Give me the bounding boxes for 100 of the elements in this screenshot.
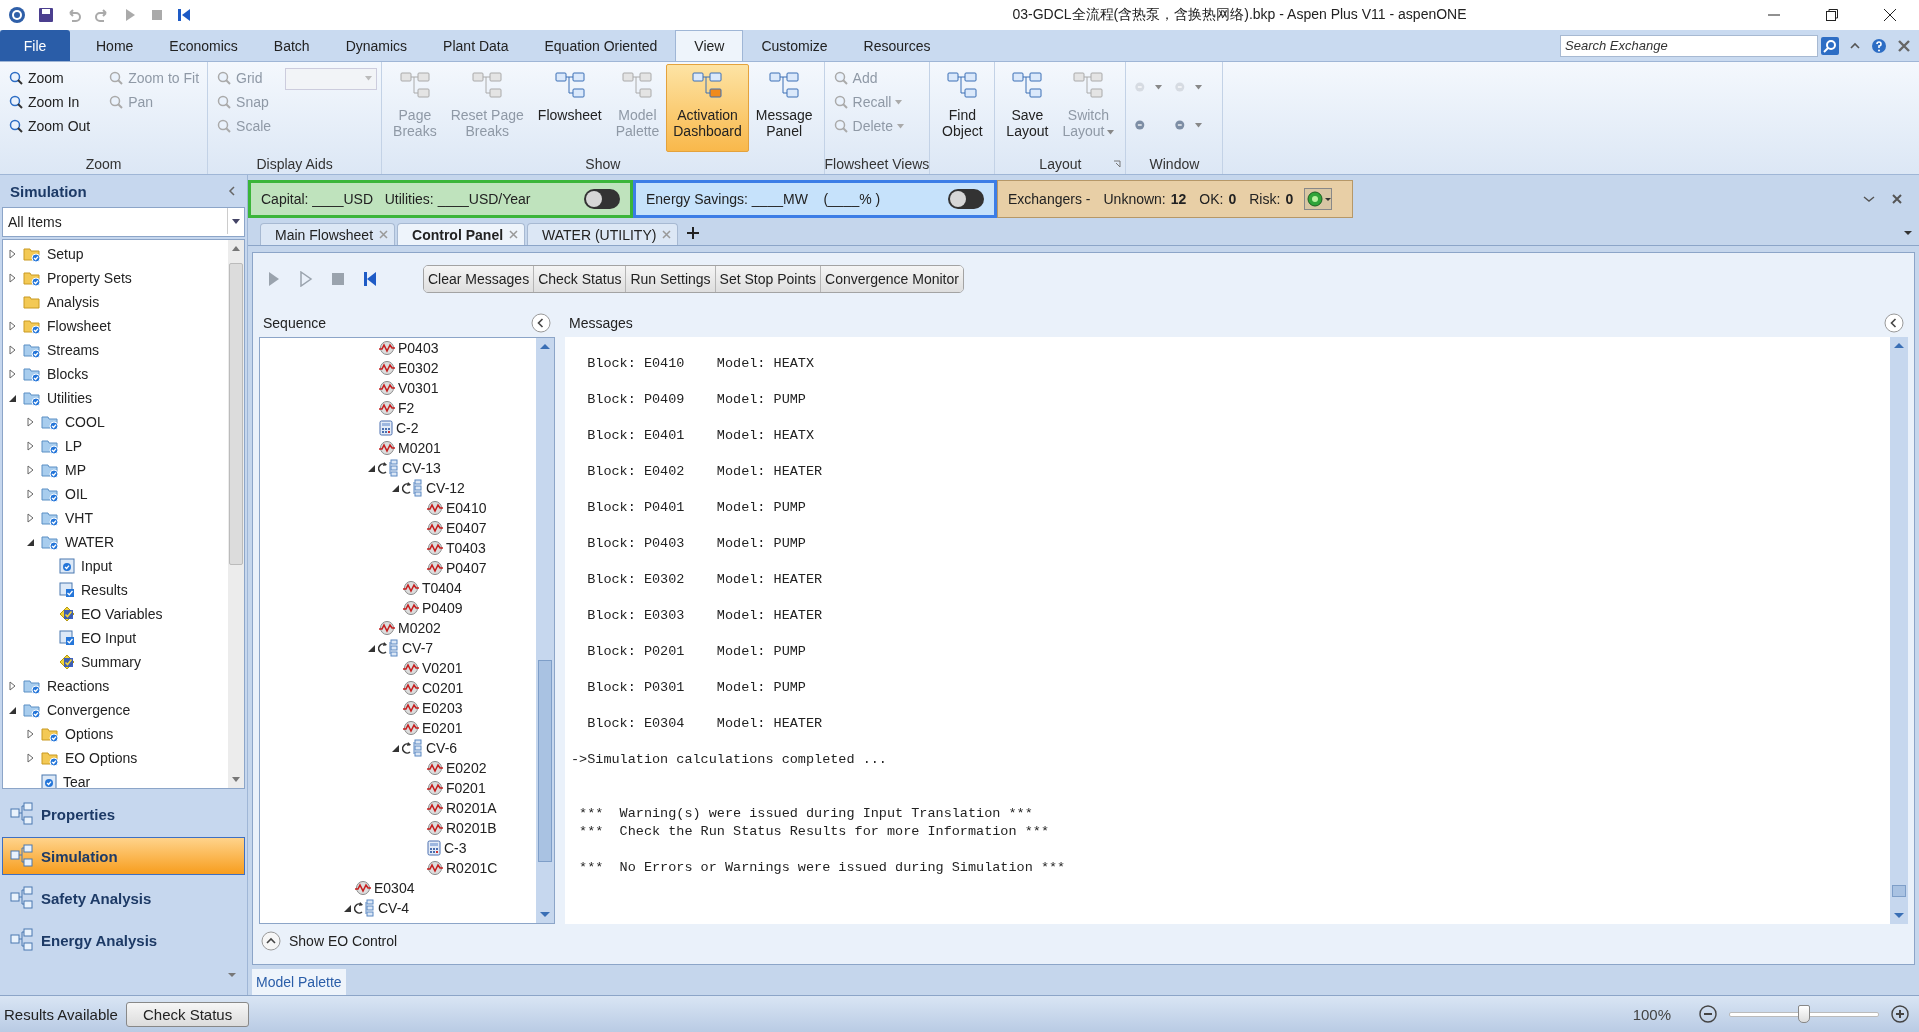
sequence-item[interactable]: E0201 <box>422 720 463 736</box>
tree-item[interactable]: OIL <box>65 486 88 502</box>
tree-item[interactable]: Setup <box>47 246 84 262</box>
sequence-item[interactable]: R0201B <box>446 820 497 836</box>
tree-item[interactable]: Flowsheet <box>47 318 111 334</box>
ribbon-button[interactable]: Zoom <box>4 66 95 90</box>
scroll-up-icon[interactable] <box>1893 341 1905 349</box>
expander-icon[interactable] <box>390 483 400 493</box>
toolbar-button[interactable]: Convergence Monitor <box>821 266 963 292</box>
status-light-icon[interactable] <box>1304 188 1333 210</box>
tree-item[interactable]: Blocks <box>47 366 89 382</box>
tree-item[interactable]: MP <box>65 462 86 478</box>
tree-item[interactable]: Reactions <box>47 678 110 694</box>
tree-item[interactable]: Analysis <box>47 294 100 310</box>
sequence-item[interactable]: M0202 <box>398 620 441 636</box>
sequence-item[interactable]: CV-4 <box>378 900 410 916</box>
toggle-switch[interactable] <box>948 189 984 209</box>
ribbon-button[interactable]: Zoom Out <box>4 114 95 138</box>
ribbon-tab[interactable]: Economics <box>151 30 256 61</box>
tree-item[interactable]: Property Sets <box>47 270 132 286</box>
tree-item[interactable]: VHT <box>65 510 93 526</box>
ribbon-button[interactable]: Save Layout <box>999 64 1056 152</box>
expander-icon[interactable] <box>25 537 35 547</box>
sequence-item[interactable]: R0201C <box>446 860 498 876</box>
scrollbar-thumb[interactable] <box>229 263 243 565</box>
sequence-item[interactable]: C0201 <box>422 680 464 696</box>
restore-icon[interactable] <box>1825 8 1839 22</box>
search-icon[interactable] <box>1821 36 1839 55</box>
expander-icon[interactable] <box>342 903 352 913</box>
sequence-item[interactable]: T0404 <box>422 580 462 596</box>
check-status-button[interactable]: Check Status <box>125 1001 250 1027</box>
tree-item[interactable]: COOL <box>65 414 105 430</box>
document-tab[interactable]: WATER (UTILITY) <box>527 223 679 245</box>
sequence-item[interactable]: CV-12 <box>426 480 465 496</box>
ribbon-tab[interactable]: View <box>675 30 744 61</box>
eo-control-toggle[interactable]: Show EO Control <box>289 933 398 949</box>
ribbon-tab[interactable]: Dynamics <box>327 30 426 61</box>
expander-icon[interactable] <box>366 463 376 473</box>
panel-tab[interactable]: Model Palette <box>252 969 346 995</box>
tree-item[interactable]: Streams <box>47 342 100 358</box>
tree-item[interactable]: LP <box>65 438 83 454</box>
scroll-down-icon[interactable] <box>1893 912 1905 920</box>
scroll-up-icon[interactable] <box>539 342 551 350</box>
expander-icon[interactable] <box>7 393 17 403</box>
sequence-item[interactable]: F2 <box>398 400 415 416</box>
tree-item[interactable]: Options <box>65 726 114 742</box>
ribbon-tab[interactable]: Plant Data <box>425 30 527 61</box>
zoom-slider[interactable] <box>1729 1003 1879 1025</box>
nav-button[interactable]: Energy Analysis <box>2 921 245 959</box>
document-tab[interactable]: Main Flowsheet <box>260 223 396 245</box>
tree-item[interactable]: WATER <box>65 534 114 550</box>
sequence-item[interactable]: CV-6 <box>426 740 458 756</box>
toggle-switch[interactable] <box>584 189 620 209</box>
zoom-out-icon[interactable] <box>1699 1005 1717 1023</box>
dialog-launcher-icon[interactable] <box>1113 160 1122 168</box>
expand-icon[interactable] <box>261 931 281 951</box>
sequence-item[interactable]: E0202 <box>446 760 487 776</box>
tree-item[interactable]: Utilities <box>47 390 93 406</box>
reset-icon[interactable] <box>363 271 377 287</box>
reset-icon[interactable] <box>176 7 192 23</box>
toolbar-button[interactable]: Clear Messages <box>424 266 535 292</box>
expander-icon[interactable] <box>366 643 376 653</box>
help-icon[interactable] <box>1871 37 1887 54</box>
ribbon-tab[interactable]: Customize <box>743 30 846 61</box>
sequence-item[interactable]: E0203 <box>422 700 463 716</box>
ribbon-button[interactable]: Flowsheet <box>530 64 609 152</box>
nav-button[interactable]: Properties <box>2 795 245 833</box>
tree-item[interactable]: Results <box>81 582 128 598</box>
zoom-in-icon[interactable] <box>1891 1005 1909 1023</box>
nav-button[interactable]: Simulation <box>2 837 245 875</box>
tree-item[interactable]: Convergence <box>47 702 131 718</box>
collapse-icon[interactable] <box>1884 313 1904 333</box>
scroll-down-icon[interactable] <box>231 776 241 784</box>
sequence-item[interactable]: P0403 <box>398 340 439 356</box>
sequence-item[interactable]: F0201 <box>446 780 486 796</box>
tree-item[interactable]: Input <box>81 558 113 574</box>
document-tab[interactable]: Control Panel <box>397 223 526 245</box>
ribbon-button[interactable]: Find Object <box>934 64 991 152</box>
sequence-item[interactable]: T0403 <box>446 540 486 556</box>
tree-item[interactable]: EO Options <box>65 750 138 766</box>
ribbon-tab[interactable]: Batch <box>255 30 328 61</box>
search-field[interactable]: Search Exchange <box>1560 34 1818 57</box>
ribbon-tab[interactable]: Equation Oriented <box>526 30 676 61</box>
close-icon[interactable] <box>1883 8 1897 22</box>
more-icon[interactable] <box>227 972 237 978</box>
scrollbar-thumb[interactable] <box>538 659 552 862</box>
sequence-item[interactable]: P0409 <box>422 600 463 616</box>
sequence-item[interactable]: P0407 <box>446 560 487 576</box>
tree-item[interactable]: Summary <box>81 654 141 670</box>
sequence-item[interactable]: CV-7 <box>402 640 434 656</box>
toolbar-button[interactable]: Set Stop Points <box>715 266 822 292</box>
nav-button[interactable]: Safety Analysis <box>2 879 245 917</box>
sequence-item[interactable]: E0407 <box>446 520 487 536</box>
sequence-item[interactable]: E0302 <box>398 360 439 376</box>
filter-dropdown[interactable]: All Items <box>2 207 245 237</box>
collapse-icon[interactable] <box>227 186 237 196</box>
expander-icon[interactable] <box>7 705 17 715</box>
sequence-item[interactable]: E0410 <box>446 500 487 516</box>
ribbon-button[interactable]: Activation Dashboard <box>666 64 749 152</box>
ribbon-button[interactable]: Zoom In <box>4 90 95 114</box>
